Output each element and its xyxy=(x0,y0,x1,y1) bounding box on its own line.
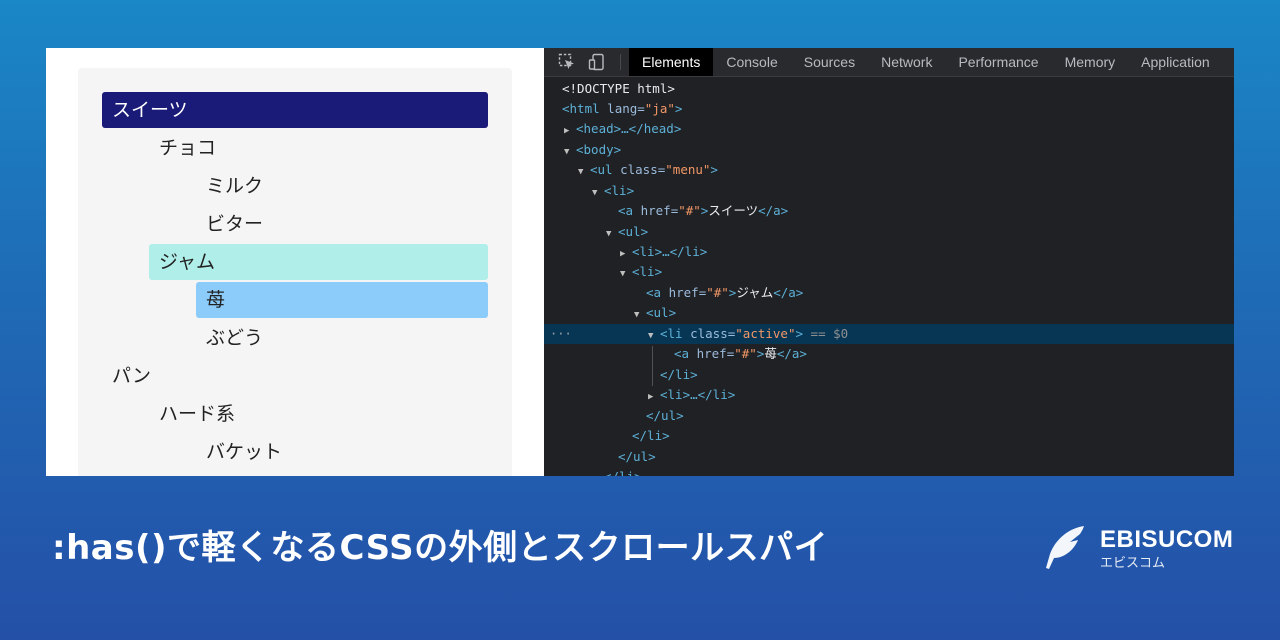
tree-row[interactable]: <!DOCTYPE html> xyxy=(544,79,1234,99)
devtools-tabbar: Elements Console Sources Network Perform… xyxy=(544,48,1234,77)
menu-item-grape[interactable]: ぶどう xyxy=(196,320,488,356)
quill-icon xyxy=(1046,526,1084,569)
tree-row[interactable]: ▼ <ul class="menu"> xyxy=(544,160,1234,180)
tree-row[interactable]: ▶ <head>…</head> xyxy=(544,119,1234,139)
toolbar-divider xyxy=(620,54,621,70)
collapse-triangle-icon[interactable]: ▼ xyxy=(620,264,632,284)
tab-memory[interactable]: Memory xyxy=(1052,48,1129,76)
expand-triangle-icon[interactable]: ▶ xyxy=(564,121,576,141)
expand-triangle-icon[interactable]: ▶ xyxy=(648,387,660,407)
menu-item-baguette[interactable]: バケット xyxy=(196,434,488,470)
tree-row[interactable]: <html lang="ja"> xyxy=(544,99,1234,119)
brand-subtitle: エビスコム xyxy=(1100,555,1166,571)
collapse-triangle-icon[interactable]: ▼ xyxy=(592,183,604,203)
brand-logo: EBISUCOM エビスコム xyxy=(1040,524,1233,572)
tree-row[interactable]: </ul> xyxy=(544,406,1234,426)
tree-row[interactable]: </li> xyxy=(544,426,1234,446)
menu-preview: スイーツ チョコ ミルク ビター ジャム 苺 ぶどう パン ハード系 バケット xyxy=(46,48,544,476)
tree-row[interactable]: </li> xyxy=(544,467,1234,476)
expand-triangle-icon[interactable]: ▶ xyxy=(620,244,632,264)
tree-row[interactable]: ▼ <ul> xyxy=(544,222,1234,242)
tree-row[interactable]: <a href="#">苺</a> xyxy=(544,344,1234,364)
menu-item-strawberry[interactable]: 苺 xyxy=(196,282,488,318)
tree-row[interactable]: ▼ <body> xyxy=(544,140,1234,160)
collapse-triangle-icon[interactable]: ▼ xyxy=(564,142,576,162)
tree-row-selected[interactable]: ··· ▼ <li class="active"> == $0 xyxy=(544,324,1234,344)
tree-row[interactable]: ▶ <li>…</li> xyxy=(544,242,1234,262)
menu-item-milk[interactable]: ミルク xyxy=(196,168,488,204)
devtools-panel: Elements Console Sources Network Perform… xyxy=(544,48,1234,476)
tab-console[interactable]: Console xyxy=(713,48,790,76)
collapse-triangle-icon[interactable]: ▼ xyxy=(578,162,590,182)
menu-item-hard[interactable]: ハード系 xyxy=(149,396,488,432)
menu-item-jam[interactable]: ジャム xyxy=(149,244,488,280)
tree-row[interactable]: <a href="#">ジャム</a> xyxy=(544,283,1234,303)
menu-item-bitter[interactable]: ビター xyxy=(196,206,488,242)
tree-row[interactable]: </ul> xyxy=(544,447,1234,467)
tree-row[interactable]: ▼ <ul> xyxy=(544,303,1234,323)
tab-application[interactable]: Application xyxy=(1128,48,1223,76)
brand-name: EBISUCOM xyxy=(1100,525,1234,553)
tab-elements[interactable]: Elements xyxy=(629,48,714,76)
screenshot-frame: スイーツ チョコ ミルク ビター ジャム 苺 ぶどう パン ハード系 バケット xyxy=(46,48,1234,476)
tab-sources[interactable]: Sources xyxy=(791,48,868,76)
menu-item-sweets[interactable]: スイーツ xyxy=(102,92,488,128)
tab-network[interactable]: Network xyxy=(868,48,945,76)
tree-row[interactable]: <a href="#">スイーツ</a> xyxy=(544,201,1234,221)
tree-row[interactable]: ▶ <li>…</li> xyxy=(544,385,1234,405)
menu-item-choco[interactable]: チョコ xyxy=(149,130,488,166)
menu-item-bread[interactable]: パン xyxy=(102,358,488,394)
collapse-triangle-icon[interactable]: ▼ xyxy=(648,326,660,346)
tree-row[interactable]: ▼ <li> xyxy=(544,181,1234,201)
device-toolbar-icon[interactable] xyxy=(582,48,612,76)
menu-list: スイーツ チョコ ミルク ビター ジャム 苺 ぶどう パン ハード系 バケット xyxy=(78,68,512,476)
tab-performance[interactable]: Performance xyxy=(945,48,1051,76)
collapse-triangle-icon[interactable]: ▼ xyxy=(634,305,646,325)
page-title: :has()で軽くなるCSSの外側とスクロールスパイ xyxy=(52,528,829,568)
tree-row[interactable]: </li> xyxy=(544,365,1234,385)
collapse-triangle-icon[interactable]: ▼ xyxy=(606,224,618,244)
inspect-icon[interactable] xyxy=(552,48,582,76)
more-options-icon[interactable]: ··· xyxy=(550,324,572,344)
tree-row[interactable]: ▼ <li> xyxy=(544,262,1234,282)
